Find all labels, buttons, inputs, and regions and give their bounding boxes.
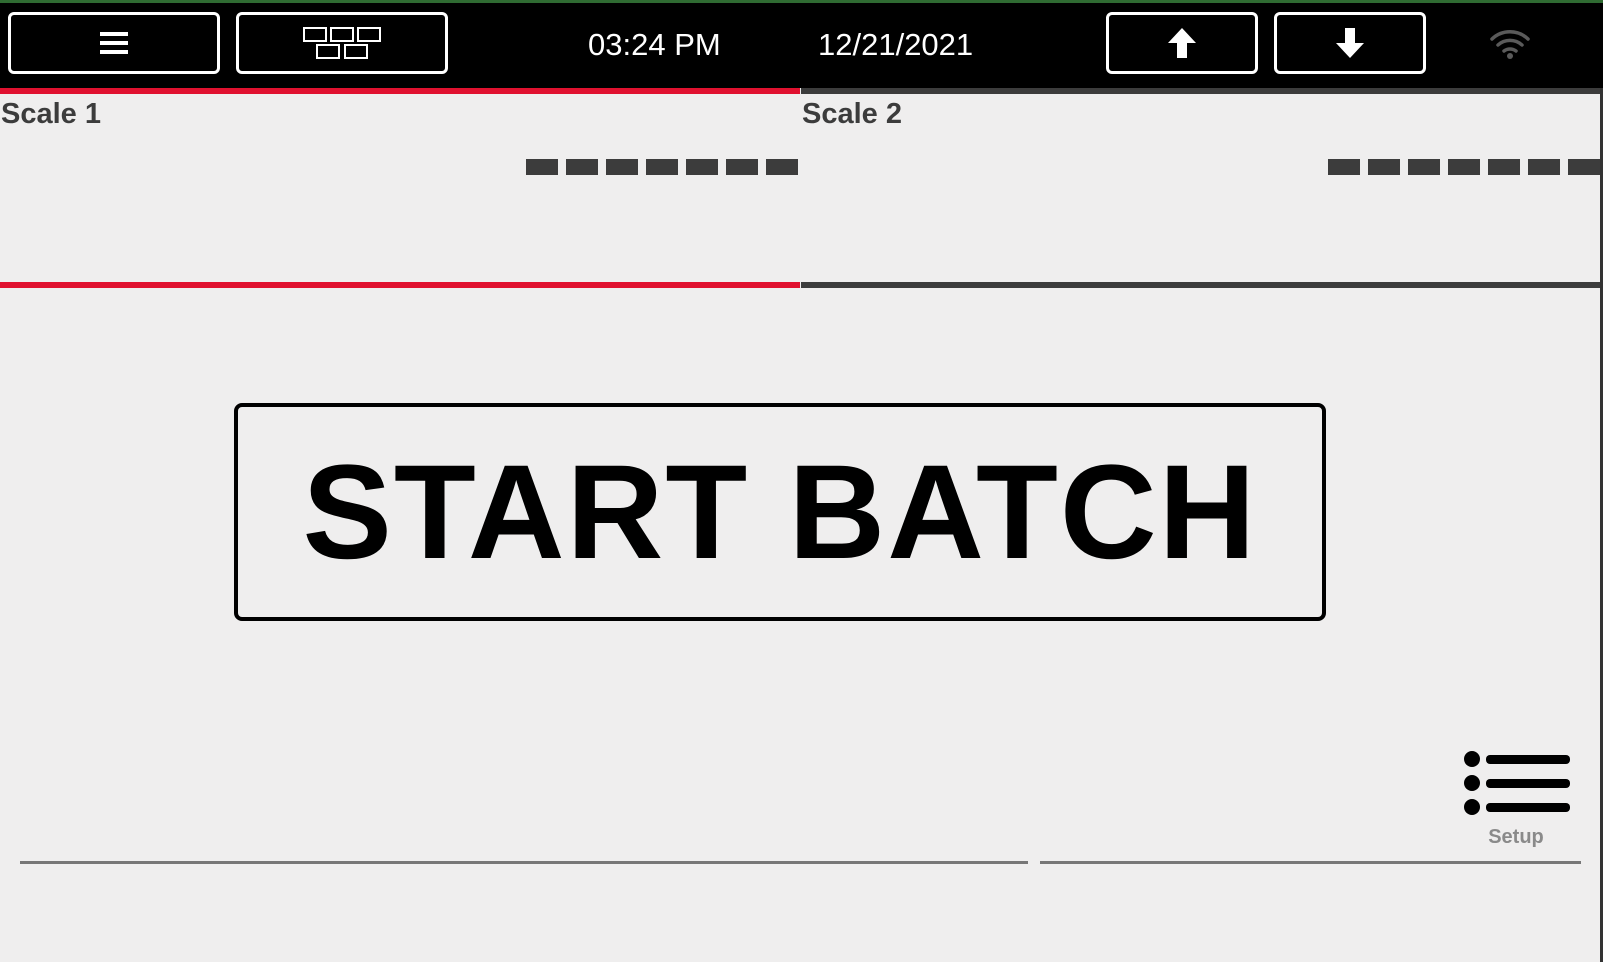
reading-dash bbox=[606, 159, 638, 175]
reading-dash bbox=[1528, 159, 1560, 175]
reading-dash bbox=[1328, 159, 1360, 175]
current-date: 12/21/2021 bbox=[818, 27, 974, 62]
scale-2-title: Scale 2 bbox=[802, 98, 902, 130]
start-batch-label: START BATCH bbox=[302, 437, 1258, 587]
reading-dash bbox=[1568, 159, 1600, 175]
setup-label: Setup bbox=[1488, 826, 1544, 848]
scale-1-bottom-accent bbox=[0, 282, 800, 288]
scale-2-reading bbox=[1328, 159, 1600, 175]
scale-1-top-accent bbox=[0, 88, 800, 94]
list-icon bbox=[1464, 751, 1570, 815]
setup-button[interactable]: Setup bbox=[1456, 750, 1576, 852]
bottom-divider-right bbox=[1040, 861, 1581, 864]
scale-layout-icon bbox=[303, 27, 381, 59]
reading-dash bbox=[646, 159, 678, 175]
start-batch-button[interactable]: START BATCH bbox=[234, 403, 1326, 621]
scroll-down-button[interactable] bbox=[1274, 12, 1426, 74]
arrow-down-icon bbox=[1336, 28, 1364, 58]
scale-2-panel[interactable]: Scale 2 bbox=[801, 88, 1600, 288]
reading-dash bbox=[566, 159, 598, 175]
reading-dash bbox=[1488, 159, 1520, 175]
scale-1-reading bbox=[526, 159, 798, 175]
reading-dash bbox=[1408, 159, 1440, 175]
scroll-up-button[interactable] bbox=[1106, 12, 1258, 74]
top-bar: 03:24 PM 12/21/2021 bbox=[0, 0, 1603, 88]
scale-2-top-accent bbox=[801, 88, 1600, 94]
menu-button[interactable] bbox=[8, 12, 220, 74]
scale-1-title: Scale 1 bbox=[1, 98, 101, 130]
arrow-up-icon bbox=[1168, 28, 1196, 58]
clock-time: 03:24 PM bbox=[588, 27, 721, 62]
reading-dash bbox=[726, 159, 758, 175]
scale-2-bottom-accent bbox=[801, 282, 1600, 288]
reading-dash bbox=[1368, 159, 1400, 175]
bottom-divider-left bbox=[20, 861, 1028, 864]
reading-dash bbox=[766, 159, 798, 175]
scale-layout-button[interactable] bbox=[236, 12, 448, 74]
reading-dash bbox=[686, 159, 718, 175]
wifi-icon bbox=[1490, 30, 1530, 59]
reading-dash bbox=[526, 159, 558, 175]
scale-1-panel[interactable]: Scale 1 bbox=[0, 88, 800, 288]
reading-dash bbox=[1448, 159, 1480, 175]
hamburger-icon bbox=[100, 32, 128, 54]
